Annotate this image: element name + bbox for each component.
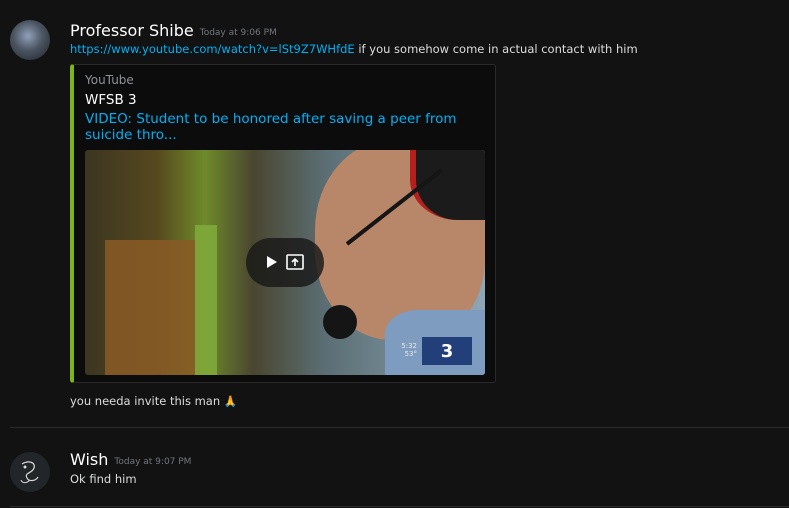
embed-provider: YouTube (85, 73, 134, 87)
microphone-icon (323, 305, 357, 339)
timestamp: Today at 9:06 PM (199, 28, 277, 38)
thumbnail-bg-shelf (105, 240, 200, 375)
tv-temp: 53° (404, 350, 417, 358)
timestamp: Today at 9:07 PM (114, 457, 192, 467)
message-divider (10, 427, 789, 428)
embed-author[interactable]: WFSB 3 (85, 92, 137, 108)
tv-time-temp: 5:32 53° (397, 342, 417, 358)
embed-title-link[interactable]: VIDEO: Student to be honored after savin… (85, 111, 487, 143)
wish-avatar-art-icon (20, 461, 39, 484)
message-header: Wish Today at 9:07 PM (70, 450, 191, 469)
message-text: https://www.youtube.com/watch?v=lSt9Z7WH… (70, 42, 638, 56)
username-professor-shibe[interactable]: Professor Shibe (70, 21, 194, 40)
message-group-wish: Wish Today at 9:07 PM Ok find him (0, 430, 789, 508)
play-icon[interactable] (267, 256, 277, 268)
avatar-wish[interactable] (10, 452, 50, 492)
followup-text: you needa invite this man (70, 394, 221, 408)
youtube-embed: YouTube WFSB 3 VIDEO: Student to be hono… (70, 64, 496, 383)
youtube-link[interactable]: https://www.youtube.com/watch?v=lSt9Z7WH… (70, 42, 355, 56)
message-divider (10, 506, 789, 507)
message-header: Professor Shibe Today at 9:06 PM (70, 21, 277, 40)
open-external-icon[interactable] (286, 254, 304, 270)
avatar-professor-shibe[interactable] (10, 20, 50, 60)
video-thumbnail[interactable]: 5:32 53° 3 (85, 150, 485, 375)
tv-time: 5:32 (401, 342, 417, 350)
followup-message: you needa invite this man 🙏 (70, 394, 238, 408)
message-group-professor-shibe: Professor Shibe Today at 9:06 PM https://… (0, 0, 789, 425)
channel-3-logo: 3 (422, 337, 472, 365)
video-controls (246, 238, 324, 287)
message-text-rest: if you somehow come in actual contact wi… (354, 42, 638, 56)
thumbnail-bg-green (195, 225, 217, 375)
folded-hands-emoji: 🙏 (223, 395, 238, 408)
message-text: Ok find him (70, 472, 137, 486)
username-wish[interactable]: Wish (70, 450, 108, 469)
